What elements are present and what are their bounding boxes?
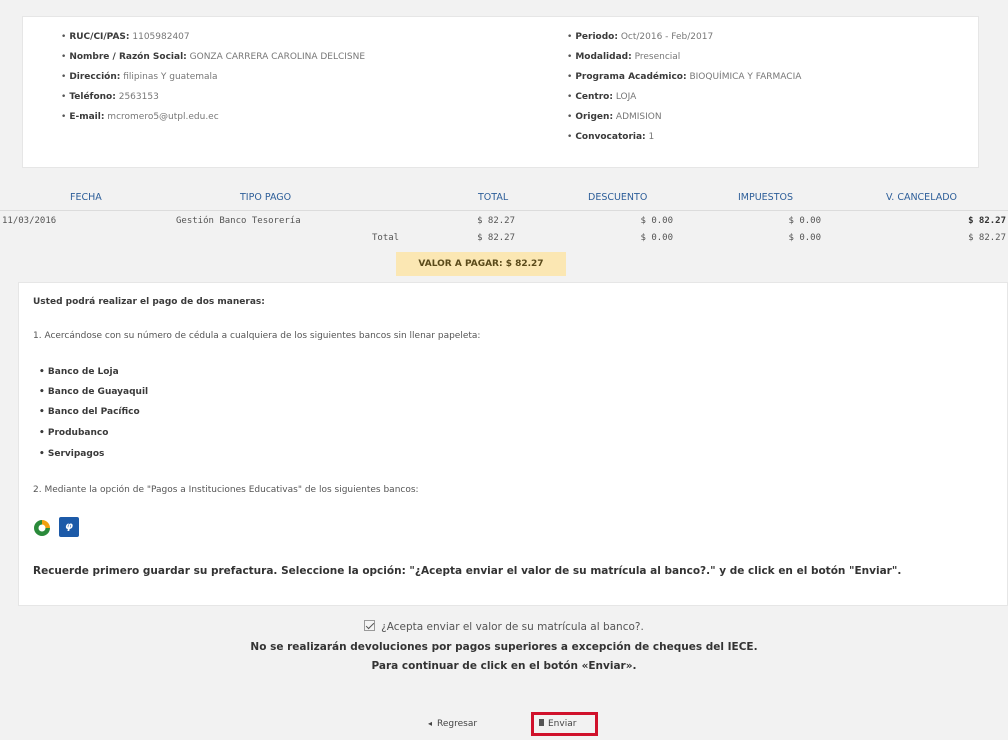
- instructions-intro: Usted podrá realizar el pago de dos mane…: [33, 297, 265, 307]
- refund-warning: No se realizarán devoluciones por pagos …: [250, 641, 758, 653]
- bank-logo-icon[interactable]: φ: [59, 517, 79, 537]
- instructions-option-2: 2. Mediante la opción de "Pagos a Instit…: [33, 485, 419, 495]
- totals-impuestos: $ 0.00: [788, 233, 821, 243]
- header-tipo-pago: TIPO PAGO: [240, 192, 292, 203]
- info-label: Nombre / Razón Social:: [69, 52, 187, 62]
- table-divider: [0, 210, 1008, 211]
- header-v-cancelado: V. CANCELADO: [886, 192, 957, 203]
- info-programa: • Programa Académico: BIOQUÍMICA Y FARMAC…: [567, 72, 802, 82]
- cell-tipo-pago: Gestión Banco Tesorería: [176, 216, 301, 226]
- send-icon: [539, 719, 544, 726]
- send-button[interactable]: Enviar: [531, 712, 598, 736]
- info-telefono: • Teléfono: 2563153: [61, 92, 159, 102]
- chevron-left-icon: ◂: [428, 719, 433, 728]
- header-total: TOTAL: [478, 192, 509, 203]
- bank-item: • Produbanco: [39, 428, 109, 438]
- bank-name: Banco del Pacífico: [47, 407, 140, 417]
- info-modalidad: • Modalidad: Presencial: [567, 52, 681, 62]
- info-value: BIOQUÍMICA Y FARMACIA: [689, 72, 802, 82]
- bank-item: • Servipagos: [39, 449, 105, 459]
- info-ruc: • RUC/CI/PAS: 1105982407: [61, 32, 190, 42]
- cell-total: $ 82.27: [477, 216, 515, 226]
- info-value: ADMISION: [615, 112, 662, 122]
- info-label: Programa Académico:: [575, 72, 687, 82]
- send-button-label: Enviar: [548, 719, 577, 729]
- cell-descuento: $ 0.00: [640, 216, 673, 226]
- accept-row[interactable]: ¿Acepta enviar el valor de su matrícula …: [0, 620, 1008, 633]
- info-label: E-mail:: [69, 112, 105, 122]
- header-impuestos: IMPUESTOS: [738, 192, 794, 203]
- info-value: Oct/2016 - Feb/2017: [620, 32, 714, 42]
- info-label: RUC/CI/PAS:: [69, 32, 130, 42]
- info-label: Periodo:: [575, 32, 618, 42]
- info-value: 2563153: [118, 92, 159, 102]
- bank-item: • Banco de Guayaquil: [39, 387, 149, 397]
- info-value: filipinas Y guatemala: [123, 72, 218, 82]
- instructions-option-1: 1. Acercándose con su número de cédula a…: [33, 331, 481, 341]
- student-info-card: • RUC/CI/PAS: 1105982407 • Nombre / Razón …: [22, 16, 979, 168]
- header-descuento: DESCUENTO: [588, 192, 648, 203]
- continue-instruction: Para continuar de click en el botón «Env…: [371, 660, 637, 672]
- back-button[interactable]: ◂ Regresar: [428, 712, 477, 736]
- accept-checkbox-label[interactable]: ¿Acepta enviar el valor de su matrícula …: [381, 621, 644, 633]
- info-email: • E-mail: mcromero5@utpl.edu.ec: [61, 112, 219, 122]
- student-info-right: • Periodo: Oct/2016 - Feb/2017 • Modalidad…: [567, 27, 801, 147]
- cell-impuestos: $ 0.00: [788, 216, 821, 226]
- valor-a-pagar-badge: VALOR A PAGAR: $ 82.27: [396, 252, 566, 276]
- totals-label: Total: [372, 233, 400, 243]
- header-fecha: FECHA: [70, 192, 102, 203]
- info-value: Presencial: [634, 52, 681, 62]
- info-value: 1105982407: [132, 32, 190, 42]
- info-centro: • Centro: LOJA: [567, 92, 637, 102]
- bank-name: Servipagos: [47, 449, 105, 459]
- bank-item: • Banco del Pacífico: [39, 407, 140, 417]
- info-periodo: • Periodo: Oct/2016 - Feb/2017: [567, 32, 714, 42]
- totals-descuento: $ 0.00: [640, 233, 673, 243]
- info-value: LOJA: [615, 92, 637, 102]
- payment-instructions-card: Usted podrá realizar el pago de dos mane…: [18, 282, 1008, 606]
- info-label: Teléfono:: [69, 92, 116, 102]
- info-label: Modalidad:: [575, 52, 632, 62]
- reminder-text: Recuerde primero guardar su prefactura. …: [33, 565, 902, 577]
- cell-fecha: 11/03/2016: [2, 216, 57, 226]
- info-nombre: • Nombre / Razón Social: GONZA CARRERA CA…: [61, 52, 366, 62]
- student-info-left: • RUC/CI/PAS: 1105982407 • Nombre / Razón …: [61, 27, 365, 127]
- info-origen: • Origen: ADMISION: [567, 112, 662, 122]
- info-label: Convocatoria:: [575, 132, 646, 142]
- bank-name: Banco de Guayaquil: [47, 387, 149, 397]
- accept-checkbox[interactable]: [364, 620, 376, 631]
- bank-item: • Banco de Loja: [39, 367, 119, 377]
- info-value: 1: [648, 132, 655, 142]
- bank-name: Banco de Loja: [47, 367, 119, 377]
- info-direccion: • Dirección: filipinas Y guatemala: [61, 72, 218, 82]
- totals-total: $ 82.27: [477, 233, 515, 243]
- bank-name: Produbanco: [47, 428, 109, 438]
- info-label: Origen:: [575, 112, 614, 122]
- bank-logo-icon[interactable]: [33, 519, 51, 537]
- info-label: Dirección:: [69, 72, 121, 82]
- info-value: mcromero5@utpl.edu.ec: [107, 112, 219, 122]
- info-value: GONZA CARRERA CAROLINA DELCISNE: [189, 52, 366, 62]
- info-label: Centro:: [575, 92, 613, 102]
- totals-cancelado: $ 82.27: [968, 233, 1006, 243]
- cell-cancelado: $ 82.27: [968, 216, 1006, 226]
- back-button-label: Regresar: [437, 719, 478, 729]
- info-convocatoria: • Convocatoria: 1: [567, 132, 655, 142]
